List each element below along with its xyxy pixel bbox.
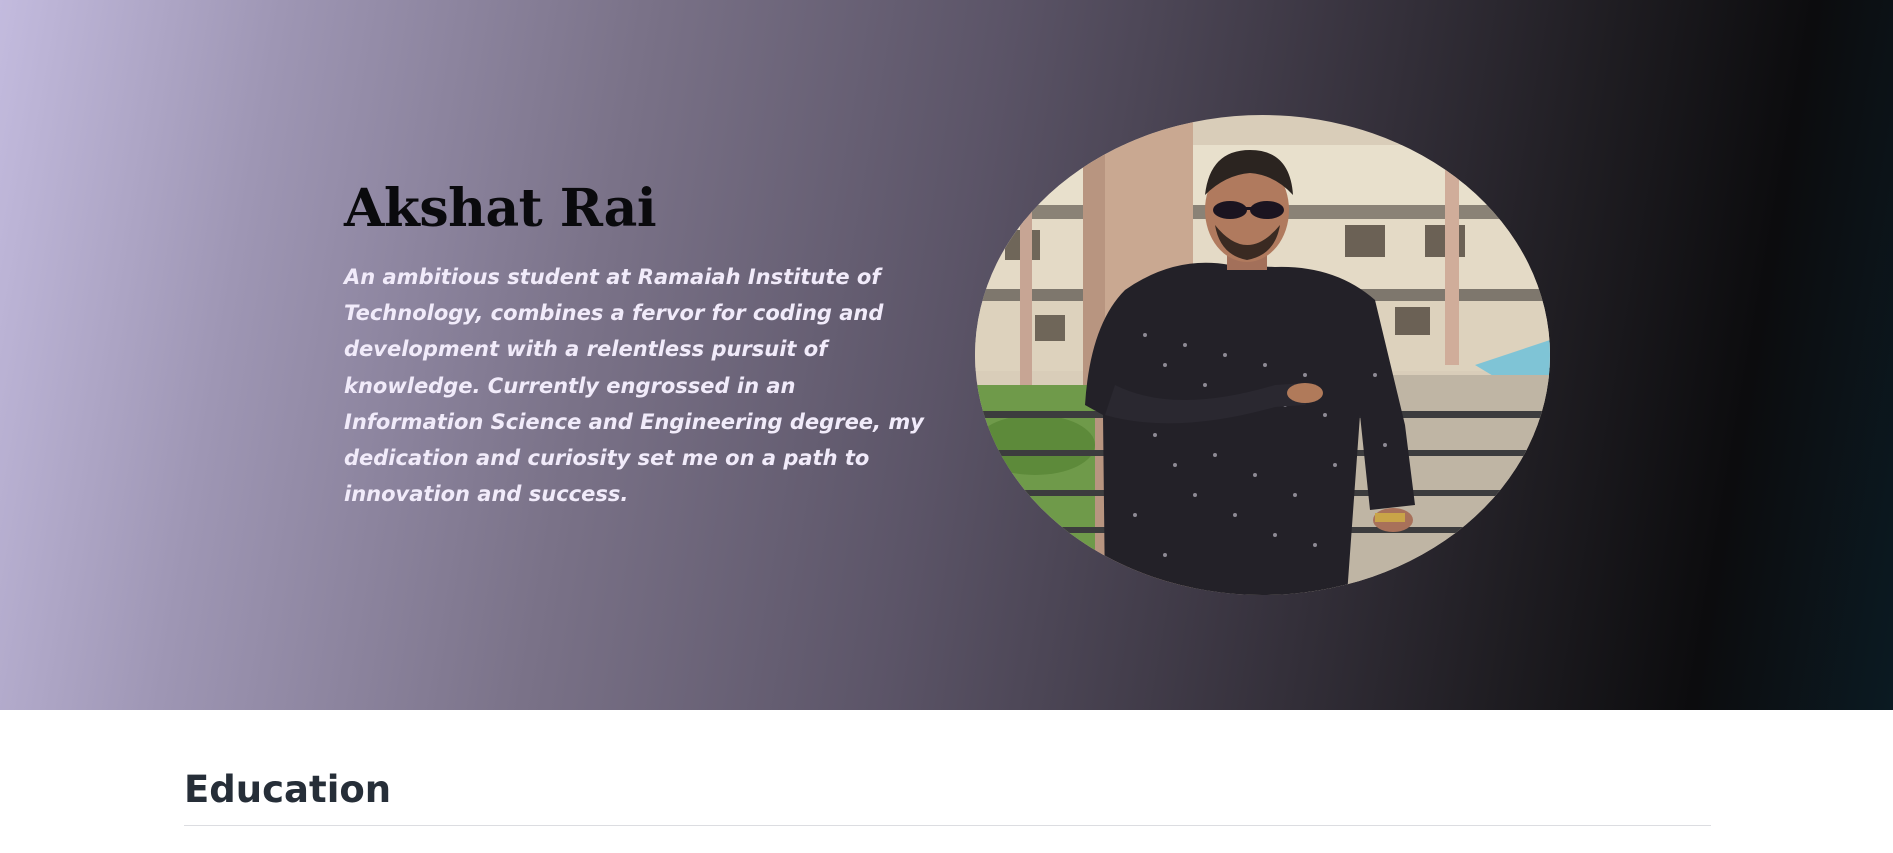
education-heading: Education: [184, 768, 392, 811]
section-divider: [184, 825, 1711, 826]
profile-photo: [975, 115, 1550, 595]
hero-name: Akshat Rai: [344, 178, 657, 239]
hero-bio: An ambitious student at Ramaiah Institut…: [344, 265, 924, 507]
hero-section: Akshat Rai An ambitious student at Ramai…: [0, 0, 1893, 710]
